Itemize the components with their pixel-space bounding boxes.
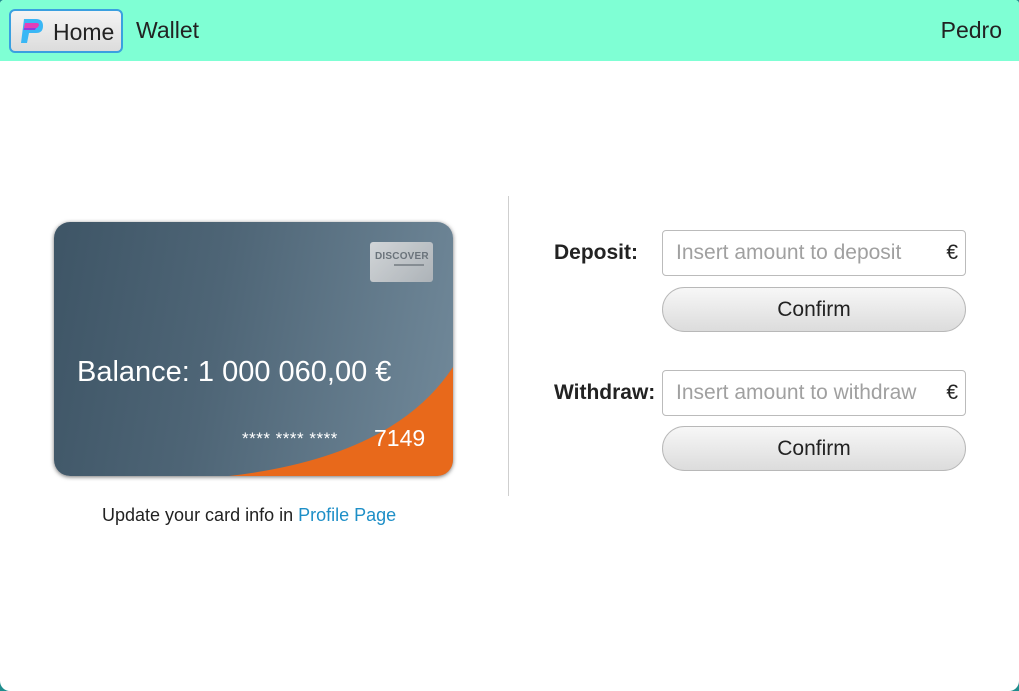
nav-wallet-link[interactable]: Wallet <box>136 17 199 44</box>
credit-card: DISCOVER Balance: 1 000 060,00 € **** **… <box>54 222 453 476</box>
card-balance: Balance: 1 000 060,00 € <box>77 356 392 388</box>
vertical-divider <box>508 196 509 496</box>
deposit-confirm-button[interactable]: Confirm <box>662 287 966 332</box>
home-button[interactable]: Home <box>9 9 123 53</box>
discover-underline <box>394 264 424 266</box>
update-info-text: Update your card info in <box>102 505 294 525</box>
deposit-field[interactable]: € <box>662 230 966 276</box>
home-label: Home <box>53 19 115 45</box>
discover-logo: DISCOVER <box>370 242 433 282</box>
withdraw-confirm-button[interactable]: Confirm <box>662 426 966 471</box>
deposit-label: Deposit: <box>554 241 638 264</box>
update-card-info: Update your card info in Profile Page <box>102 505 396 526</box>
user-menu[interactable]: Pedro <box>941 17 1002 44</box>
app-logo-icon <box>21 19 43 43</box>
deposit-input[interactable] <box>663 231 933 275</box>
discover-brand-text: DISCOVER <box>375 251 429 262</box>
deposit-currency: € <box>946 241 958 264</box>
withdraw-currency: € <box>946 381 958 404</box>
withdraw-input[interactable] <box>663 371 933 415</box>
card-last-digits: 7149 <box>374 425 426 451</box>
card-masked-digits: **** **** **** <box>242 429 338 448</box>
withdraw-label: Withdraw: <box>554 381 656 404</box>
profile-page-link[interactable]: Profile Page <box>298 505 396 525</box>
top-navbar: Home Wallet Pedro <box>0 0 1019 61</box>
withdraw-field[interactable]: € <box>662 370 966 416</box>
app-window: Home Wallet Pedro DISCOVER Balance: 1 00… <box>0 0 1019 691</box>
